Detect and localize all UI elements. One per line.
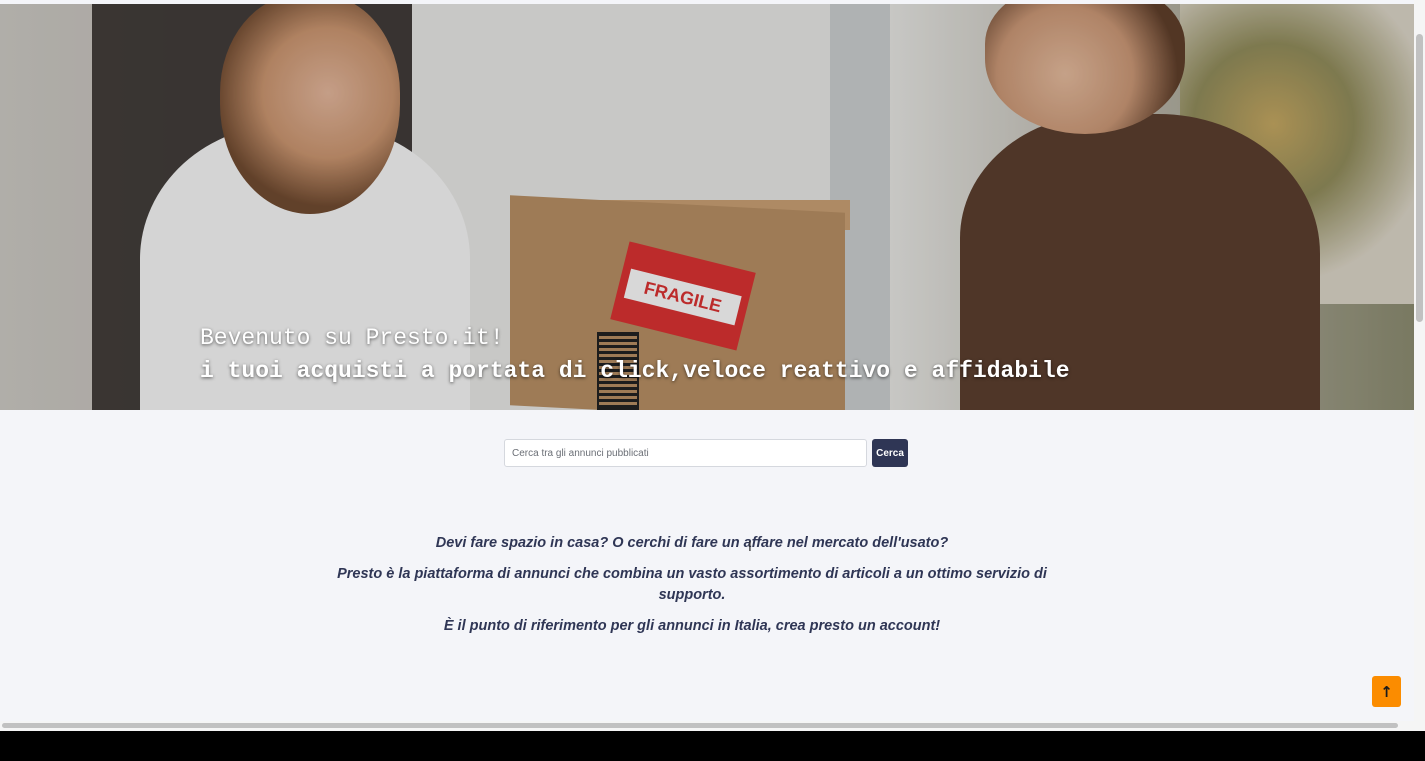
about-section: Devi fare spazio in casa? O cerchi di fa… [330, 533, 1054, 647]
text-cursor-icon: I [748, 540, 752, 555]
search-input[interactable] [504, 439, 867, 467]
about-paragraph-3: È il punto di riferimento per gli annunc… [443, 618, 941, 634]
back-to-top-button[interactable]: ↑ [1372, 676, 1401, 707]
horizontal-scrollbar-thumb[interactable] [2, 723, 1398, 728]
page-viewport: FRAGILE Bevenuto su Presto.it! i tuoi ac… [0, 0, 1414, 731]
vertical-scrollbar-thumb[interactable] [1416, 34, 1423, 322]
horizontal-scrollbar[interactable] [0, 721, 1414, 731]
vertical-scrollbar[interactable] [1414, 0, 1425, 731]
hero-tagline: i tuoi acquisti a portata di click,veloc… [200, 358, 1070, 384]
hero-banner: FRAGILE Bevenuto su Presto.it! i tuoi ac… [0, 4, 1414, 410]
hero-welcome: Bevenuto su Presto.it! [200, 325, 504, 351]
about-paragraph-1: Devi fare spazio in casa? O cerchi di fa… [435, 535, 949, 551]
about-paragraph-2: Presto è la piattaforma di annunci che c… [337, 566, 1047, 603]
search-form: Cerca [504, 439, 908, 467]
hero-heading: Bevenuto su Presto.it! i tuoi acquisti a… [200, 322, 1070, 388]
arrow-up-icon: ↑ [1380, 682, 1393, 701]
search-button[interactable]: Cerca [872, 439, 908, 467]
